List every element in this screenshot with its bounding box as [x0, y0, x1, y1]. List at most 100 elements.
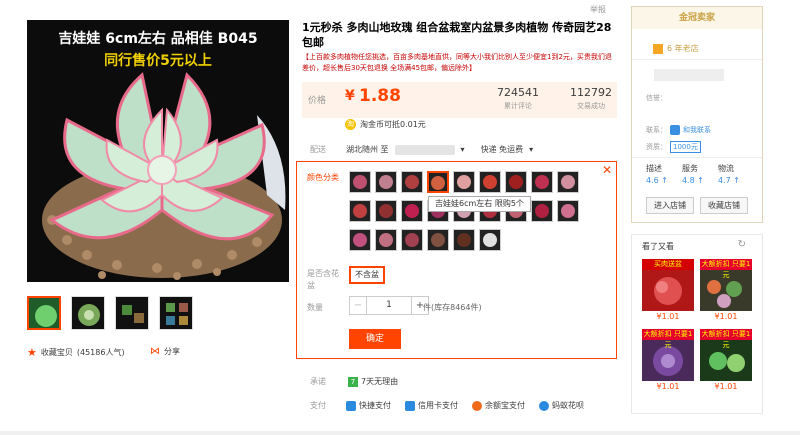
- thumbnail[interactable]: [115, 296, 149, 330]
- main-product-image[interactable]: 吉娃娃 6cm左右 品相佳 B045 同行售价5元以上: [27, 20, 289, 282]
- recommend-item[interactable]: 买肉送盆 ¥1.01: [642, 259, 694, 321]
- confirm-button[interactable]: 确定: [349, 329, 401, 349]
- shipping-label: 配送: [310, 145, 326, 154]
- swatch-plant-image: [509, 175, 523, 189]
- favorite-shop-button[interactable]: 收藏店铺: [700, 197, 748, 214]
- favorite-item-button[interactable]: ★ 收藏宝贝 (45186人气): [27, 346, 125, 359]
- color-swatch[interactable]: [505, 171, 527, 193]
- swatch-plant-image: [457, 175, 471, 189]
- score-value: 4.6 ↑: [646, 176, 668, 185]
- color-swatch[interactable]: [427, 171, 449, 193]
- contact-link[interactable]: 和我联系: [683, 125, 711, 135]
- share-button[interactable]: ⋈ 分享: [150, 346, 180, 357]
- ship-method[interactable]: 快递 免运费: [481, 144, 524, 155]
- wangwang-icon: [670, 125, 680, 135]
- star-icon: ★: [27, 346, 37, 359]
- contact-row: 联系： 和我联系: [646, 125, 711, 135]
- swatch-plant-image: [353, 175, 367, 189]
- color-swatch[interactable]: [479, 171, 501, 193]
- contact-label: 联系：: [646, 126, 667, 134]
- stock-text: 件(库存8464件): [423, 303, 482, 312]
- close-icon[interactable]: ✕: [602, 163, 612, 177]
- recommend-price: ¥1.01: [714, 312, 738, 321]
- destination-select[interactable]: [394, 144, 455, 155]
- swatch-plant-image: [457, 233, 471, 247]
- color-swatch[interactable]: [401, 171, 423, 193]
- color-swatch[interactable]: [479, 229, 501, 251]
- recommend-tag: 买肉送盆: [642, 259, 694, 270]
- qualification-row: 资质： 1000元: [646, 141, 701, 153]
- coin-icon: 淘: [345, 119, 356, 130]
- coin-text: 淘金币可抵0.01元: [360, 120, 426, 129]
- swatch-plant-image: [535, 175, 549, 189]
- color-swatch[interactable]: [375, 200, 397, 222]
- color-swatch[interactable]: [531, 171, 553, 193]
- color-swatch[interactable]: [453, 229, 475, 251]
- seller-card: 金冠卖家 6 年老店 信誉： 联系： 和我联系 资质： 1000元 描述 4.6 ↑ …: [631, 6, 763, 223]
- color-swatch[interactable]: [349, 200, 371, 222]
- thumbnail[interactable]: [71, 296, 105, 330]
- swatch-plant-image: [379, 175, 393, 189]
- chevron-down-icon: ▾: [529, 145, 534, 154]
- pay-yuebao-label: 余额宝支付: [485, 401, 525, 410]
- color-swatch[interactable]: [349, 171, 371, 193]
- color-swatch[interactable]: [557, 171, 579, 193]
- recommend-item[interactable]: 大额折扣 只要1元 ¥1.01: [700, 259, 752, 321]
- color-swatch[interactable]: [375, 171, 397, 193]
- thumbnail[interactable]: [27, 296, 61, 330]
- swatch-plant-image: [535, 204, 549, 218]
- deposit-badge[interactable]: 1000元: [670, 141, 701, 153]
- payment-row: 支付 快捷支付 信用卡支付 余额宝支付 蚂蚁花呗: [310, 400, 592, 411]
- swatch-plant-image: [561, 204, 575, 218]
- recommend-price: ¥1.01: [656, 312, 680, 321]
- quantity-minus-button[interactable]: −: [349, 296, 367, 315]
- color-swatch[interactable]: [453, 171, 475, 193]
- swatch-plant-image: [405, 175, 419, 189]
- score-description: 描述 4.6 ↑: [646, 163, 668, 185]
- currency-symbol: ¥: [345, 88, 355, 104]
- score-label: 物流: [717, 164, 734, 173]
- quantity-input[interactable]: 1: [367, 296, 411, 315]
- report-link[interactable]: 举报: [590, 4, 606, 15]
- color-swatch[interactable]: [401, 200, 423, 222]
- sales-label: 交易成功: [577, 102, 605, 110]
- pay-yuebao[interactable]: 余额宝支付: [472, 400, 525, 411]
- promise-text[interactable]: 7天无理由: [361, 377, 398, 386]
- no-pot-option[interactable]: 不含盆: [349, 266, 385, 284]
- credit-row: 信誉：: [646, 93, 667, 103]
- score-value: 4.7 ↑: [717, 176, 740, 185]
- swatch-plant-image: [483, 175, 497, 189]
- refresh-icon[interactable]: ↻: [738, 239, 746, 250]
- color-swatch[interactable]: [427, 229, 449, 251]
- enter-shop-button[interactable]: 进入店铺: [646, 197, 694, 214]
- bottom-scrollbar[interactable]: [0, 431, 800, 435]
- price-value: 1.88: [359, 86, 401, 106]
- shop-name[interactable]: [654, 69, 724, 81]
- color-swatch[interactable]: [531, 200, 553, 222]
- reviews-stat[interactable]: 724541 累计评论: [497, 86, 539, 111]
- credit-card-icon: [405, 400, 415, 411]
- recommend-tag: 大额折扣 只要1元: [700, 259, 752, 279]
- yuebao-icon: [472, 400, 482, 411]
- score-label: 服务: [681, 164, 698, 173]
- succulent-illustration: [42, 72, 286, 280]
- recommend-item[interactable]: 大额折扣 只要1元 ¥1.01: [642, 329, 694, 391]
- recommend-item[interactable]: 大额折扣 只要1元 ¥1.01: [700, 329, 752, 391]
- score-service: 服务 4.8 ↑: [682, 163, 704, 185]
- swatch-plant-image: [431, 176, 445, 190]
- swatch-plant-image: [561, 175, 575, 189]
- pay-huabei[interactable]: 蚂蚁花呗: [539, 400, 584, 411]
- pay-credit[interactable]: 信用卡支付: [405, 400, 458, 411]
- color-swatch[interactable]: [557, 200, 579, 222]
- pay-quick[interactable]: 快捷支付: [346, 400, 391, 411]
- swatch-plant-image: [405, 233, 419, 247]
- color-swatch[interactable]: [375, 229, 397, 251]
- thumbnail[interactable]: [159, 296, 193, 330]
- sales-stat: 112792 交易成功: [570, 86, 612, 111]
- divider: [632, 157, 762, 158]
- color-swatch[interactable]: [349, 229, 371, 251]
- share-label: 分享: [164, 347, 180, 356]
- quantity-stepper: − 1 +: [349, 296, 429, 315]
- color-swatch[interactable]: [401, 229, 423, 251]
- taojinbi-discount: 淘 淘金币可抵0.01元: [345, 119, 426, 130]
